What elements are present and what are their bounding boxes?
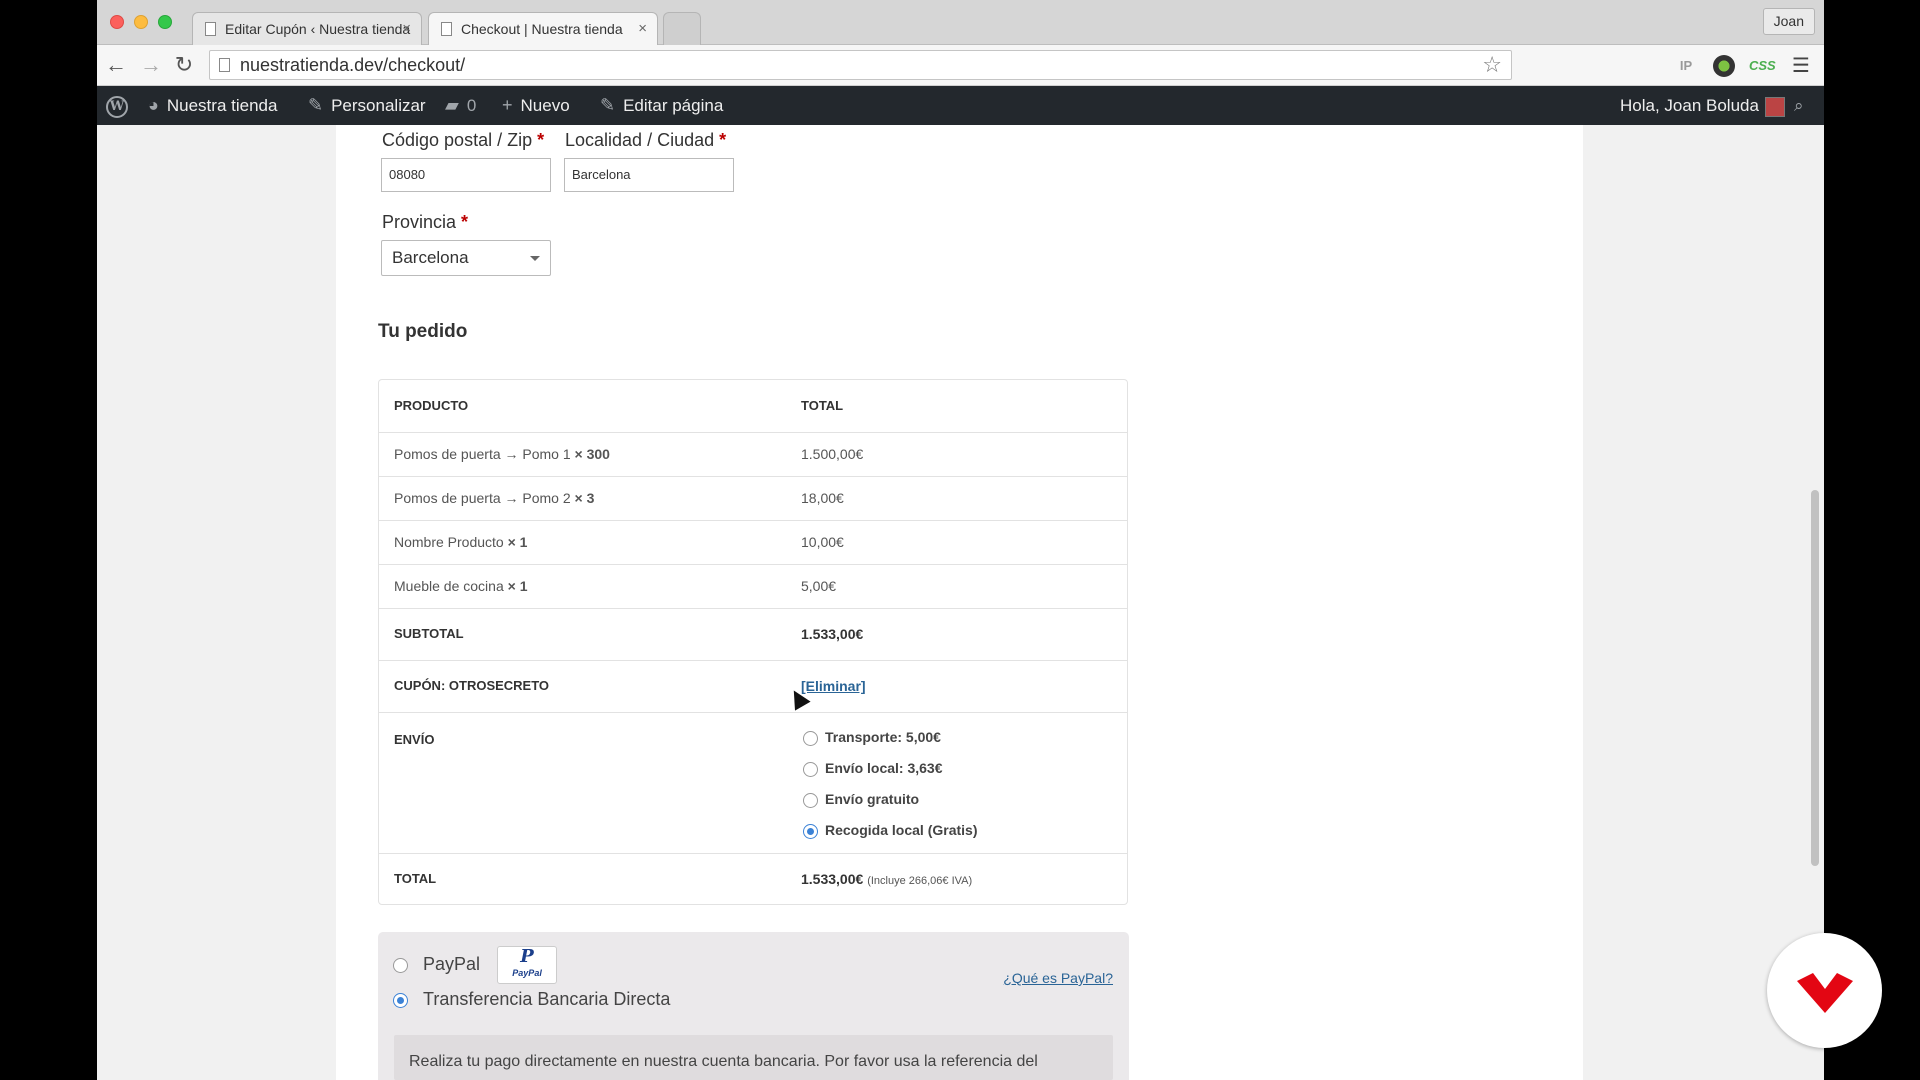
- table-row: Pomos de puerta → Pomo 2 × 3 18,00€: [379, 476, 1127, 520]
- profile-button[interactable]: Joan: [1762, 8, 1815, 35]
- table-row: Pomos de puerta → Pomo 1 × 300 1.500,00€: [379, 432, 1127, 476]
- radio-button[interactable]: [393, 957, 408, 973]
- pencil-icon: ✎: [600, 95, 616, 115]
- new-tab-button[interactable]: [663, 12, 701, 45]
- avatar: [1764, 96, 1785, 117]
- order-title: Tu pedido: [378, 321, 468, 342]
- reload-icon[interactable]: ↻: [170, 51, 198, 79]
- payment-option-paypal[interactable]: PayPal P PayPal: [393, 946, 558, 984]
- shipping-option-transporte[interactable]: Transporte: 5,00€: [801, 726, 977, 757]
- checkout-page: Código postal / Zip * 08080 Localidad / …: [336, 125, 1583, 1080]
- tab-checkout[interactable]: Checkout | Nuestra tienda ×: [428, 12, 658, 46]
- postcode-label: Código postal / Zip *: [382, 130, 545, 150]
- browser-window: Editar Cupón ‹ Nuestra tienda × Checkout…: [97, 0, 1824, 1080]
- admin-comments[interactable]: ▰ 0: [445, 86, 476, 125]
- ip-extension-icon[interactable]: IP: [1675, 55, 1697, 77]
- tab-title: Editar Cupón ‹ Nuestra tienda: [225, 21, 411, 37]
- address-bar[interactable]: nuestratienda.dev/checkout/ ☆: [209, 50, 1512, 80]
- radio-button[interactable]: [803, 730, 818, 746]
- shipping-row: ENVÍO Transporte: 5,00€ Envío local: 3,6…: [379, 712, 1127, 853]
- url-text: nuestratienda.dev/checkout/: [240, 55, 466, 75]
- page-viewport: Código postal / Zip * 08080 Localidad / …: [97, 125, 1824, 1080]
- page-icon: [219, 58, 230, 72]
- tab-strip: Editar Cupón ‹ Nuestra tienda × Checkout…: [97, 0, 1824, 46]
- scrollbar-thumb[interactable]: [1811, 490, 1819, 866]
- dashboard-icon: ◕: [148, 95, 159, 115]
- wp-admin-bar: W ◕ Nuestra tienda ✎ Personalizar ▰ 0 + Nuev…: [97, 86, 1824, 125]
- shipping-option-recogida-local[interactable]: Recogida local (Gratis): [801, 819, 977, 850]
- tab-title: Checkout | Nuestra tienda: [461, 21, 623, 37]
- order-review-table: PRODUCTO TOTAL Pomos de puerta → Pomo 1 …: [378, 379, 1128, 905]
- minimize-window-button[interactable]: [134, 15, 148, 29]
- close-window-button[interactable]: [110, 15, 124, 29]
- radio-button-selected[interactable]: [803, 823, 818, 839]
- table-row: Mueble de cocina × 1 5,00€: [379, 564, 1127, 608]
- paypal-logo-icon: P PayPal: [497, 946, 558, 984]
- admin-account[interactable]: Hola, Joan Boluda: [1620, 86, 1785, 125]
- close-tab-icon[interactable]: ×: [402, 13, 411, 45]
- what-is-paypal-link[interactable]: ¿Qué es PayPal?: [1003, 970, 1113, 986]
- page-icon: [205, 22, 216, 36]
- wordpress-logo-icon[interactable]: W: [106, 86, 128, 125]
- radio-button[interactable]: [803, 792, 818, 808]
- admin-customize[interactable]: ✎ Personalizar: [308, 86, 426, 125]
- table-header: PRODUCTO TOTAL: [394, 398, 844, 413]
- chevron-down-icon: [530, 256, 540, 261]
- coupon-row: CUPÓN: OTROSECRETO [Eliminar]: [379, 660, 1127, 712]
- search-icon[interactable]: ⌕: [1794, 86, 1804, 125]
- close-tab-icon[interactable]: ×: [638, 13, 647, 45]
- bank-transfer-description: Realiza tu pago directamente en nuestra …: [394, 1035, 1113, 1080]
- city-input[interactable]: Barcelona: [564, 158, 734, 192]
- forward-arrow-icon[interactable]: →: [137, 51, 165, 79]
- postcode-input[interactable]: 08080: [381, 158, 551, 192]
- shipping-option-envio-local[interactable]: Envío local: 3,63€: [801, 757, 977, 788]
- menu-icon[interactable]: ☰: [1790, 55, 1812, 77]
- admin-edit-page[interactable]: ✎ Editar página: [600, 86, 723, 125]
- tab-editar-cupon[interactable]: Editar Cupón ‹ Nuestra tienda ×: [192, 12, 422, 45]
- color-picker-icon[interactable]: [1713, 55, 1735, 77]
- shipping-option-envio-gratuito[interactable]: Envío gratuito: [801, 788, 977, 819]
- bookmark-star-icon[interactable]: ☆: [1482, 51, 1502, 79]
- admin-site-name[interactable]: ◕ Nuestra tienda: [148, 86, 277, 125]
- brush-icon: ✎: [308, 95, 324, 115]
- brand-logo-icon: [1767, 933, 1882, 1048]
- province-select[interactable]: Barcelona: [381, 240, 551, 276]
- table-row: Nombre Producto × 1 10,00€: [379, 520, 1127, 564]
- maximize-window-button[interactable]: [158, 15, 172, 29]
- page-icon: [441, 22, 452, 36]
- back-arrow-icon[interactable]: ←: [102, 51, 130, 79]
- payment-methods: PayPal P PayPal ¿Qué es PayPal? Transfer…: [378, 932, 1129, 1080]
- radio-button-selected[interactable]: [393, 992, 408, 1008]
- remove-coupon-link[interactable]: [Eliminar]: [801, 678, 866, 694]
- admin-new[interactable]: + Nuevo: [502, 86, 570, 125]
- comment-icon: ▰: [445, 95, 459, 115]
- city-label: Localidad / Ciudad *: [565, 130, 727, 150]
- shipping-options: Transporte: 5,00€ Envío local: 3,63€ Env…: [801, 726, 977, 850]
- payment-option-bank-transfer[interactable]: Transferencia Bancaria Directa: [393, 989, 670, 1010]
- css-extension-icon[interactable]: CSS: [1749, 55, 1776, 77]
- plus-icon: +: [502, 95, 513, 115]
- radio-button[interactable]: [803, 761, 818, 777]
- subtotal-row: SUBTOTAL 1.533,00€: [379, 608, 1127, 660]
- province-label: Provincia *: [382, 212, 469, 232]
- total-row: TOTAL 1.533,00€ (Incluye 266,06€ IVA): [379, 853, 1127, 904]
- browser-toolbar: ← → ↻ nuestratienda.dev/checkout/ ☆ IP C…: [97, 45, 1824, 86]
